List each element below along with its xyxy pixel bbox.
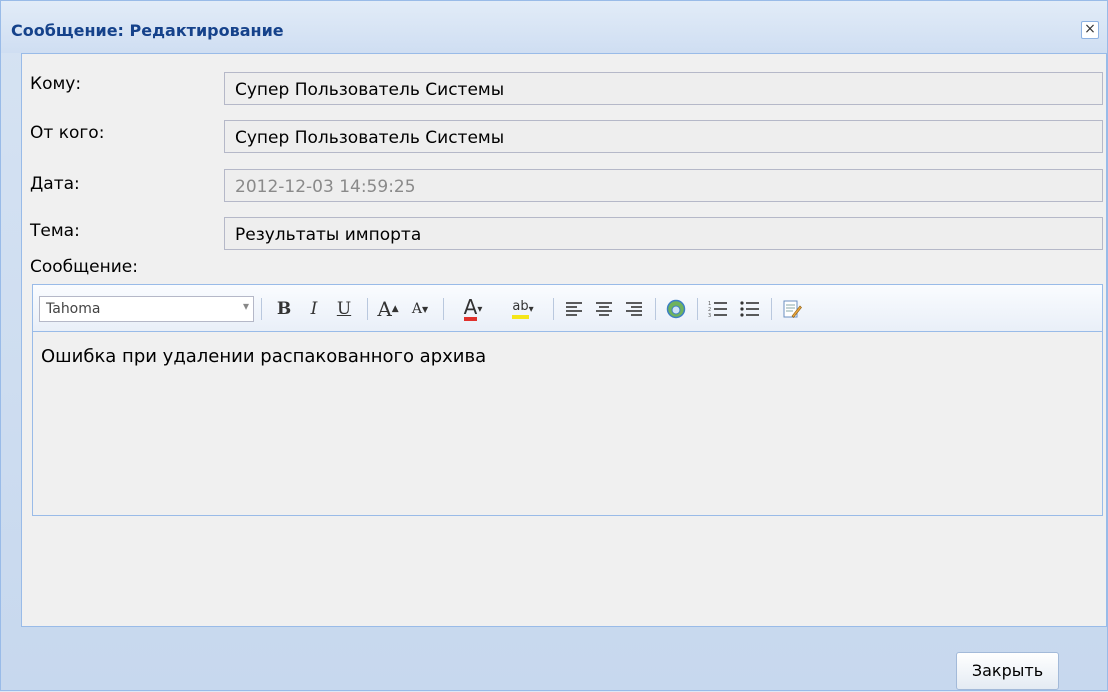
message-editor: Tahoma ▾ B I U A ▲ A ▼ A ▾ ab ▾ 1 2 3 Ош… <box>32 284 1103 516</box>
font-select[interactable]: Tahoma ▾ <box>39 296 254 322</box>
to-field[interactable]: Супер Пользователь Системы <box>224 72 1103 105</box>
from-label: От кого: <box>30 123 105 143</box>
toolbar-separator <box>443 298 444 320</box>
to-label: Кому: <box>30 74 82 94</box>
grow-font-label: A <box>377 297 392 321</box>
italic-button[interactable]: I <box>301 296 327 322</box>
from-field[interactable]: Супер Пользователь Системы <box>224 120 1103 153</box>
font-select-value: Tahoma <box>46 301 101 317</box>
toolbar-separator <box>367 298 368 320</box>
close-button[interactable]: Закрыть <box>956 652 1059 690</box>
align-center-icon[interactable] <box>591 296 617 322</box>
toolbar-separator <box>261 298 262 320</box>
message-edit-window: Сообщение: Редактирование × Кому: Супер … <box>0 0 1108 691</box>
editor-content[interactable]: Ошибка при удалении распакованного архив… <box>33 332 1102 515</box>
window-title: Сообщение: Редактирование <box>11 21 284 40</box>
underline-button[interactable]: U <box>331 296 357 322</box>
align-right-icon[interactable] <box>621 296 647 322</box>
date-field: 2012-12-03 14:59:25 <box>224 169 1103 202</box>
subject-label: Тема: <box>30 221 80 241</box>
ordered-list-icon[interactable]: 123 <box>705 296 731 322</box>
shrink-font-label: A <box>411 301 422 317</box>
font-color-button[interactable]: A ▾ <box>451 296 495 322</box>
bold-button[interactable]: B <box>271 296 297 322</box>
toolbar-separator <box>655 298 656 320</box>
svg-text:3: 3 <box>708 313 711 318</box>
align-left-icon[interactable] <box>561 296 587 322</box>
subject-field[interactable]: Результаты импорта <box>224 217 1103 250</box>
unordered-list-icon[interactable] <box>737 296 763 322</box>
shrink-font-button[interactable]: A ▼ <box>407 296 433 322</box>
date-label: Дата: <box>30 174 80 194</box>
source-edit-icon[interactable] <box>779 296 805 322</box>
highlight-button[interactable]: ab ▾ <box>501 296 545 322</box>
link-icon[interactable] <box>663 296 689 322</box>
form-panel: Кому: Супер Пользователь Системы От кого… <box>21 53 1107 627</box>
font-color-label: A <box>463 295 478 321</box>
close-icon[interactable]: × <box>1081 21 1099 39</box>
window-titlebar: Сообщение: Редактирование × <box>1 1 1107 53</box>
highlight-label: ab <box>512 299 529 319</box>
toolbar-separator <box>697 298 698 320</box>
toolbar-separator <box>771 298 772 320</box>
chevron-down-icon: ▾ <box>242 299 249 313</box>
window-footer: Закрыть <box>1 627 1107 692</box>
editor-toolbar: Tahoma ▾ B I U A ▲ A ▼ A ▾ ab ▾ 1 2 3 <box>33 285 1102 332</box>
toolbar-separator <box>553 298 554 320</box>
message-label: Сообщение: <box>30 257 138 277</box>
grow-font-button[interactable]: A ▲ <box>375 296 401 322</box>
